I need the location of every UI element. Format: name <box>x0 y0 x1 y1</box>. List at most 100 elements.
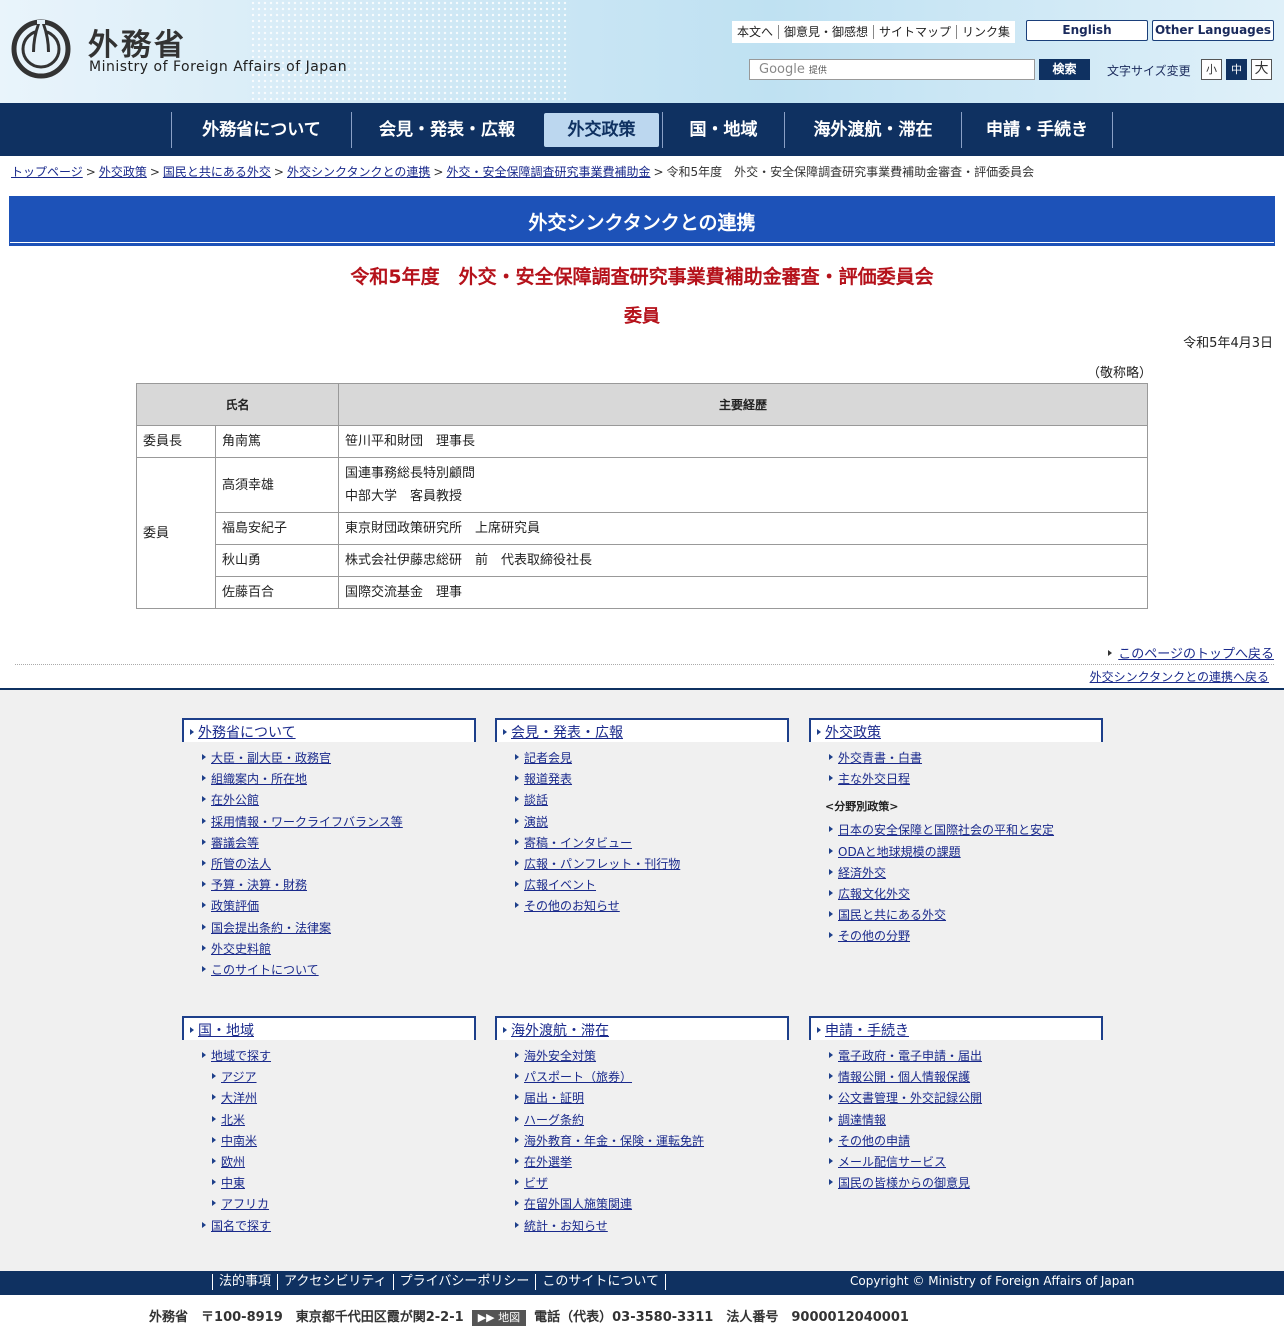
list-item[interactable]: ハーグ条約 <box>495 1110 789 1131</box>
role-cell: 委員長 <box>136 425 216 458</box>
arrow-right-icon <box>829 1073 833 1080</box>
arrow-right-icon <box>190 729 194 735</box>
list-item[interactable]: 政策評価 <box>182 896 476 917</box>
list-item[interactable]: アフリカ <box>182 1194 476 1215</box>
list-item[interactable]: 大臣・副大臣・政務官 <box>182 748 476 769</box>
breadcrumb-subsidy[interactable]: 外交・安全保障調査研究事業費補助金 <box>446 165 650 179</box>
list-item[interactable]: 報道発表 <box>495 769 789 790</box>
list-item[interactable]: 情報公開・個人情報保護 <box>809 1067 1103 1088</box>
util-link-links[interactable]: リンク集 <box>957 25 1015 39</box>
site-header: 外務省 Ministry of Foreign Affairs of Japan… <box>0 0 1284 103</box>
list-item[interactable]: 中東 <box>182 1173 476 1194</box>
list-item[interactable]: 記者会見 <box>495 748 789 769</box>
list-item[interactable]: アジア <box>182 1067 476 1088</box>
font-size-medium-button[interactable]: 中 <box>1226 59 1247 80</box>
list-item[interactable]: 外交史料館 <box>182 939 476 960</box>
mofa-logo-icon[interactable] <box>10 18 72 80</box>
list-item[interactable]: 海外教育・年金・保険・運転免許 <box>495 1131 789 1152</box>
world-map-pattern <box>250 0 570 103</box>
list-item[interactable]: ODAと地球規模の課題 <box>809 842 1103 863</box>
site-title-jp[interactable]: 外務省 <box>88 20 187 64</box>
list-item[interactable]: 国会提出条約・法律案 <box>182 918 476 939</box>
list-item[interactable]: 公文書管理・外交記録公開 <box>809 1088 1103 1109</box>
list-item[interactable]: 在外選挙 <box>495 1152 789 1173</box>
breadcrumb-policy[interactable]: 外交政策 <box>99 165 147 179</box>
list-item[interactable]: 国民と共にある外交 <box>809 905 1103 926</box>
list-item[interactable]: 寄稿・インタビュー <box>495 833 789 854</box>
list-item[interactable]: 予算・決算・財務 <box>182 875 476 896</box>
site-title-en[interactable]: Ministry of Foreign Affairs of Japan <box>89 59 347 75</box>
breadcrumb-top[interactable]: トップページ <box>11 165 83 179</box>
back-to-section-link[interactable]: 外交シンクタンクとの連携へ戻る <box>1090 668 1269 685</box>
arrow-right-icon <box>515 881 519 888</box>
list-item[interactable]: 国民の皆様からの御意見 <box>809 1173 1103 1194</box>
list-item[interactable]: 調達情報 <box>809 1110 1103 1131</box>
list-item[interactable]: 届出・証明 <box>495 1088 789 1109</box>
list-item[interactable]: メール配信サービス <box>809 1152 1103 1173</box>
list-item[interactable]: 広報イベント <box>495 875 789 896</box>
list-item[interactable]: その他のお知らせ <box>495 896 789 917</box>
footer-col-heading[interactable]: 海外渡航・滞在 <box>495 1016 789 1040</box>
list-item[interactable]: パスポート（旅券） <box>495 1067 789 1088</box>
other-languages-button[interactable]: Other Languages <box>1152 20 1274 41</box>
footer-link-accessibility[interactable]: アクセシビリティ <box>277 1274 393 1290</box>
list-item[interactable]: 日本の安全保障と国際社会の平和と安定 <box>809 820 1103 841</box>
list-item[interactable]: その他の分野 <box>809 926 1103 947</box>
list-item[interactable]: 電子政府・電子申請・届出 <box>809 1046 1103 1067</box>
list-item[interactable]: 演説 <box>495 812 789 833</box>
footer-link-legal[interactable]: 法的事項 <box>212 1274 277 1290</box>
list-item[interactable]: 組織案内・所在地 <box>182 769 476 790</box>
footer-col-about: 外務省について 大臣・副大臣・政務官 組織案内・所在地 在外公館 採用情報・ワー… <box>182 718 476 981</box>
list-item[interactable]: 中南米 <box>182 1131 476 1152</box>
list-item[interactable]: 主な外交日程 <box>809 769 1103 790</box>
list-item[interactable]: 海外安全対策 <box>495 1046 789 1067</box>
footer-link-about-site[interactable]: このサイトについて <box>535 1274 666 1290</box>
map-button[interactable]: ▶▶ 地図 <box>471 1310 527 1326</box>
footer-col-heading[interactable]: 外交政策 <box>809 718 1103 742</box>
arrow-right-icon <box>829 1136 833 1143</box>
list-item[interactable]: 外交青書・白書 <box>809 748 1103 769</box>
footer-col-heading[interactable]: 申請・手続き <box>809 1016 1103 1040</box>
footer-col-heading[interactable]: 国・地域 <box>182 1016 476 1040</box>
search-input[interactable]: Google 提供 <box>749 59 1035 80</box>
breadcrumb-public-diplomacy[interactable]: 国民と共にある外交 <box>163 165 271 179</box>
footer-link-list: 電子政府・電子申請・届出 情報公開・個人情報保護 公文書管理・外交記録公開 調達… <box>809 1046 1103 1194</box>
list-item[interactable]: 統計・お知らせ <box>495 1216 789 1237</box>
list-item[interactable]: 国名で探す <box>182 1216 476 1237</box>
list-item[interactable]: 審議会等 <box>182 833 476 854</box>
arrow-right-icon <box>515 1157 519 1164</box>
util-link-main-content[interactable]: 本文へ <box>732 25 780 39</box>
list-item[interactable]: このサイトについて <box>182 960 476 981</box>
english-button[interactable]: English <box>1026 20 1148 41</box>
search-button[interactable]: 検索 <box>1039 59 1090 80</box>
font-size-large-button[interactable]: 大 <box>1251 59 1272 80</box>
util-link-feedback[interactable]: 御意見・御感想 <box>779 25 875 39</box>
gnav-countries[interactable]: 国・地域 <box>662 112 784 148</box>
gnav-policy[interactable]: 外交政策 <box>544 113 659 147</box>
util-link-sitemap[interactable]: サイトマップ <box>874 25 958 39</box>
gnav-procedures[interactable]: 申請・手続き <box>961 112 1113 148</box>
list-item[interactable]: 大洋州 <box>182 1088 476 1109</box>
list-item[interactable]: 採用情報・ワークライフバランス等 <box>182 812 476 833</box>
list-item[interactable]: 北米 <box>182 1110 476 1131</box>
breadcrumb-think-tank[interactable]: 外交シンクタンクとの連携 <box>287 165 430 179</box>
list-item[interactable]: 在留外国人施策関連 <box>495 1194 789 1215</box>
list-item[interactable]: 談話 <box>495 790 789 811</box>
gnav-press[interactable]: 会見・発表・広報 <box>351 112 542 148</box>
list-item[interactable]: 地域で探す <box>182 1046 476 1067</box>
list-item[interactable]: 広報・パンフレット・刊行物 <box>495 854 789 875</box>
list-item[interactable]: 所管の法人 <box>182 854 476 875</box>
list-item[interactable]: 欧州 <box>182 1152 476 1173</box>
gnav-travel[interactable]: 海外渡航・滞在 <box>784 112 961 148</box>
font-size-small-button[interactable]: 小 <box>1201 59 1222 80</box>
list-item[interactable]: 経済外交 <box>809 863 1103 884</box>
list-item[interactable]: 在外公館 <box>182 790 476 811</box>
list-item[interactable]: 広報文化外交 <box>809 884 1103 905</box>
footer-link-privacy[interactable]: プライバシーポリシー <box>392 1274 536 1290</box>
list-item[interactable]: ビザ <box>495 1173 789 1194</box>
footer-col-heading[interactable]: 会見・発表・広報 <box>495 718 789 742</box>
list-item[interactable]: その他の申請 <box>809 1131 1103 1152</box>
gnav-about[interactable]: 外務省について <box>171 112 351 148</box>
footer-col-heading[interactable]: 外務省について <box>182 718 476 742</box>
back-to-top-link[interactable]: このページのトップへ戻る <box>1108 643 1274 662</box>
